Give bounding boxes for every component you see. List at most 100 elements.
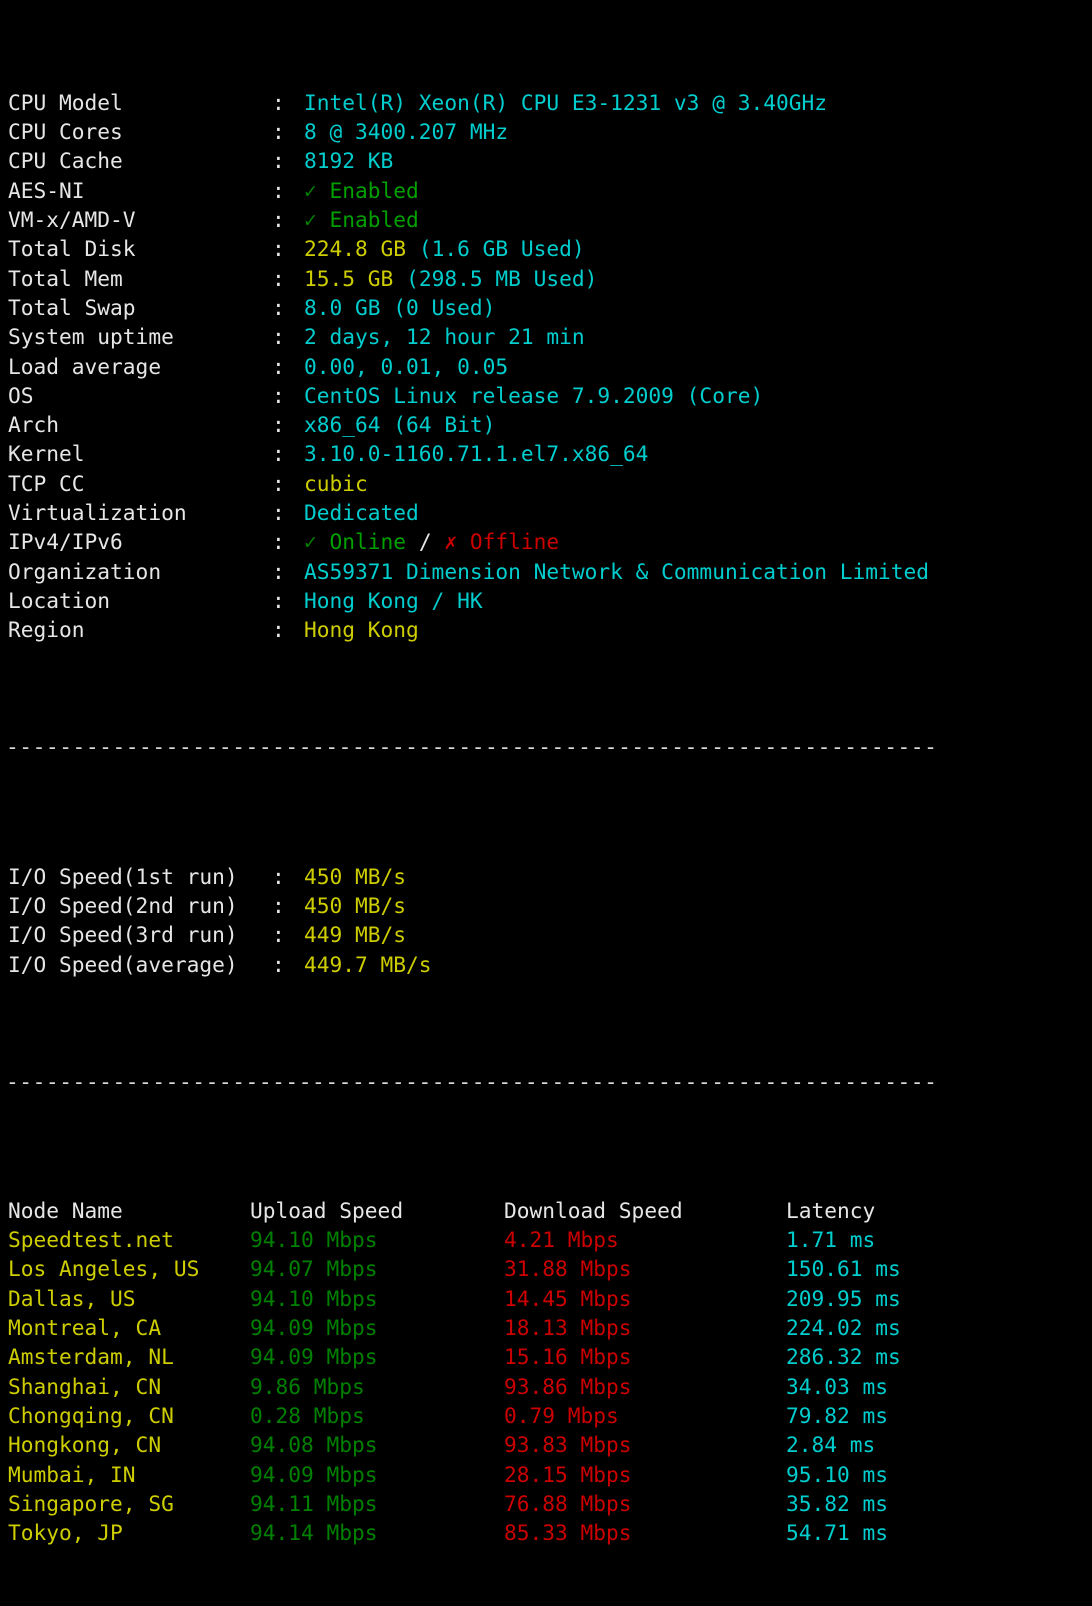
io-row: I/O Speed(2nd run):450 MB/s — [0, 891, 1092, 920]
io-value: 450 MB/s — [304, 864, 406, 889]
speedtest-spacer — [0, 1184, 1092, 1196]
speedtest-row: Singapore, SG94.11 Mbps76.88 Mbps35.82 m… — [0, 1489, 1092, 1518]
info-value-text: 0.00, 0.01, 0.05 — [304, 354, 508, 379]
info-colon: : — [272, 410, 304, 439]
info-value: 0.00, 0.01, 0.05 — [304, 354, 508, 379]
info-label: Total Mem — [8, 264, 272, 293]
io-colon: : — [272, 950, 304, 979]
info-label: OS — [8, 381, 272, 410]
latency: 35.82 ms — [786, 1489, 1026, 1518]
info-label: IPv4/IPv6 — [8, 527, 272, 556]
info-label: AES-NI — [8, 176, 272, 205]
info-colon: : — [272, 293, 304, 322]
io-value: 449.7 MB/s — [304, 952, 432, 977]
info-label: Kernel — [8, 439, 272, 468]
io-speed-block: I/O Speed(1st run):450 MB/sI/O Speed(2nd… — [0, 850, 1092, 979]
info-colon: : — [272, 381, 304, 410]
info-label: Total Disk — [8, 234, 272, 263]
terminal-window[interactable]: CPU Model:Intel(R) Xeon(R) CPU E3-1231 v… — [0, 0, 1092, 1081]
latency: 2.84 ms — [786, 1430, 1026, 1459]
io-label: I/O Speed(1st run) — [8, 862, 272, 891]
download-speed: 93.86 Mbps — [504, 1372, 786, 1401]
download-speed: 85.33 Mbps — [504, 1518, 786, 1547]
info-value: 8 @ 3400.207 MHz — [304, 119, 508, 144]
header-upload-speed: Upload Speed — [250, 1196, 504, 1225]
upload-speed: 0.28 Mbps — [250, 1401, 504, 1430]
upload-speed: 94.11 Mbps — [250, 1489, 504, 1518]
info-label: Virtualization — [8, 498, 272, 527]
info-value-text: x86_64 (64 Bit) — [304, 412, 495, 437]
upload-speed: 94.09 Mbps — [250, 1342, 504, 1371]
info-value: 2 days, 12 hour 21 min — [304, 324, 585, 349]
info-label: CPU Cores — [8, 117, 272, 146]
info-value-note: (298.5 MB Used) — [406, 266, 597, 291]
upload-speed: 9.86 Mbps — [250, 1372, 504, 1401]
info-value: 8.0 GB (0 Used) — [304, 295, 495, 320]
info-value-text: Hong Kong — [304, 617, 419, 642]
info-label: System uptime — [8, 322, 272, 351]
node-name: Tokyo, JP — [8, 1518, 250, 1547]
info-row: Arch:x86_64 (64 Bit) — [0, 410, 1092, 439]
speedtest-table: Node NameUpload SpeedDownload SpeedLaten… — [0, 1184, 1092, 1548]
info-value: Intel(R) Xeon(R) CPU E3-1231 v3 @ 3.40GH… — [304, 90, 827, 115]
speedtest-row: Speedtest.net94.10 Mbps4.21 Mbps1.71 ms — [0, 1225, 1092, 1254]
io-colon: : — [272, 891, 304, 920]
latency: 95.10 ms — [786, 1460, 1026, 1489]
info-value: CentOS Linux release 7.9.2009 (Core) — [304, 383, 763, 408]
system-info-block: CPU Model:Intel(R) Xeon(R) CPU E3-1231 v… — [0, 88, 1092, 645]
download-speed: 0.79 Mbps — [504, 1401, 786, 1430]
info-colon: : — [272, 322, 304, 351]
download-speed: 28.15 Mbps — [504, 1460, 786, 1489]
info-value-text: Hong Kong / HK — [304, 588, 483, 613]
speedtest-row: Tokyo, JP94.14 Mbps85.33 Mbps54.71 ms — [0, 1518, 1092, 1547]
info-colon: : — [272, 352, 304, 381]
info-value-text: Enabled — [330, 178, 419, 203]
info-value: ✓ Online / ✗ Offline — [304, 529, 559, 554]
node-name: Montreal, CA — [8, 1313, 250, 1342]
info-row: Location:Hong Kong / HK — [0, 586, 1092, 615]
info-colon: : — [272, 88, 304, 117]
info-value-text: 3.10.0-1160.71.1.el7.x86_64 — [304, 441, 648, 466]
info-value-text: 8192 KB — [304, 148, 393, 173]
ipv4-status: Online — [330, 529, 407, 554]
download-speed: 18.13 Mbps — [504, 1313, 786, 1342]
info-value-text: Enabled — [330, 207, 419, 232]
info-label: TCP CC — [8, 469, 272, 498]
info-label: CPU Cache — [8, 146, 272, 175]
info-value: Hong Kong / HK — [304, 588, 483, 613]
upload-speed: 94.07 Mbps — [250, 1254, 504, 1283]
node-name: Chongqing, CN — [8, 1401, 250, 1430]
info-label: CPU Model — [8, 88, 272, 117]
latency: 34.03 ms — [786, 1372, 1026, 1401]
info-value-note: (1.6 GB Used) — [419, 236, 585, 261]
node-name: Shanghai, CN — [8, 1372, 250, 1401]
upload-speed: 94.10 Mbps — [250, 1284, 504, 1313]
info-colon: : — [272, 469, 304, 498]
download-speed: 93.83 Mbps — [504, 1430, 786, 1459]
info-row: Total Disk:224.8 GB (1.6 GB Used) — [0, 234, 1092, 263]
info-row: VM-x/AMD-V:✓ Enabled — [0, 205, 1092, 234]
speedtest-row: Mumbai, IN94.09 Mbps28.15 Mbps95.10 ms — [0, 1460, 1092, 1489]
header-download-speed: Download Speed — [504, 1196, 786, 1225]
io-row: I/O Speed(1st run):450 MB/s — [0, 862, 1092, 891]
info-value: 3.10.0-1160.71.1.el7.x86_64 — [304, 441, 648, 466]
info-colon: : — [272, 205, 304, 234]
check-icon: ✓ — [304, 178, 330, 203]
info-value: 8192 KB — [304, 148, 393, 173]
info-colon: : — [272, 146, 304, 175]
io-label: I/O Speed(average) — [8, 950, 272, 979]
info-value-text: CentOS Linux release 7.9.2009 (Core) — [304, 383, 763, 408]
info-value: ✓ Enabled — [304, 207, 419, 232]
io-label: I/O Speed(3rd run) — [8, 920, 272, 949]
info-colon: : — [272, 615, 304, 644]
info-label: Organization — [8, 557, 272, 586]
io-value: 449 MB/s — [304, 922, 406, 947]
upload-speed: 94.14 Mbps — [250, 1518, 504, 1547]
info-label: Total Swap — [8, 293, 272, 322]
latency: 286.32 ms — [786, 1342, 1026, 1371]
node-name: Amsterdam, NL — [8, 1342, 250, 1371]
info-value: x86_64 (64 Bit) — [304, 412, 495, 437]
info-colon: : — [272, 498, 304, 527]
info-label: Load average — [8, 352, 272, 381]
node-name: Hongkong, CN — [8, 1430, 250, 1459]
